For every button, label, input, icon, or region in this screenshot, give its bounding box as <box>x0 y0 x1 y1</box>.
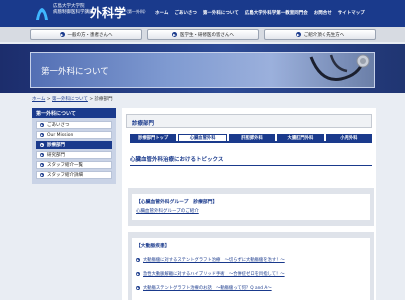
banner-title: 第一外科について <box>41 67 109 77</box>
audience-label: 医学生・研修医の皆さんへ <box>180 32 234 38</box>
group-box-title: 【心臓血管外科グループ 診療部門】 <box>136 200 218 205</box>
topic-link-stentgraft[interactable]: 大動脈瘤に対するステントグラフト治療 ～切らずに大動脈瘤を治す！～ <box>143 257 285 263</box>
breadcrumb-current: 診療部門 <box>94 97 113 102</box>
university-logo-icon[interactable] <box>34 6 50 22</box>
logo-title[interactable]: 外科学 <box>90 4 126 21</box>
arrow-right-icon: ▶ <box>59 32 65 37</box>
nav-contact[interactable]: お問合せ <box>314 10 332 16</box>
tab-colorectal[interactable]: 大腸肛門外科 <box>277 134 324 141</box>
breadcrumb: ホーム > 第一外科について > 診療部門 <box>32 96 113 102</box>
sidebar-item-label: 診療部門 <box>47 143 65 148</box>
audience-button-patients[interactable]: ▶ 一般の方・患者さんへ <box>30 29 142 40</box>
sidebar-item-label: ごあいさつ <box>47 123 70 128</box>
audience-button-doctors[interactable]: ▶ ご紹介頂く先生方へ <box>264 29 376 40</box>
arrow-right-icon: ▶ <box>172 32 177 37</box>
topics-heading: 心臓血管外科治療におけるトピックス <box>130 155 372 166</box>
audience-label: ご紹介頂く先生方へ <box>303 32 345 38</box>
list-item: ▶ 大動脈ステントグラフト治療のお話 ～動脈瘤って何？Q and A～ <box>136 285 366 291</box>
arrow-right-icon: ▶ <box>40 143 44 147</box>
arrow-right-icon: ▶ <box>40 123 44 127</box>
sidebar-item-staff-detail[interactable]: ▶ スタッフ紹介詳細 <box>36 171 112 179</box>
list-item: ▶ 急性大動脈解離に対するハイブリッド手術 ～合併症ゼロを目指して！～ <box>136 271 366 277</box>
nav-alumni[interactable]: 広島大学外科学第一教室同門会 <box>245 10 308 16</box>
sidebar: 第一外科について ▶ ごあいさつ ▶ Our Mission ▶ 診療部門 ▶ … <box>32 108 116 184</box>
nav-sitemap[interactable]: サイトマップ <box>338 10 365 16</box>
sidebar-item-label: Our Mission <box>47 132 74 138</box>
sidebar-title: 第一外科について <box>32 108 116 118</box>
sidebar-item-label: スタッフ紹介詳細 <box>47 173 83 178</box>
logo-subtitle: （第一外科） <box>124 9 148 14</box>
tab-hepatobiliary[interactable]: 肝胆膵外科 <box>228 134 276 141</box>
arrow-right-icon: ▶ <box>136 258 140 262</box>
nav-home[interactable]: ホーム <box>155 10 168 16</box>
tab-clinical-top[interactable]: 診療部門トップ <box>130 134 177 141</box>
arrow-right-icon: ▶ <box>40 153 44 157</box>
audience-bar: ▶ 一般の方・患者さんへ ▶ 医学生・研修医の皆さんへ ▶ ご紹介頂く先生方へ <box>0 27 405 42</box>
sidebar-menu: ▶ ごあいさつ ▶ Our Mission ▶ 診療部門 ▶ 研究部門 ▶ スタ… <box>32 118 116 184</box>
list-item: ▶ 大動脈瘤に対するステントグラフト治療 ～切らずに大動脈瘤を治す！～ <box>136 257 366 263</box>
arrow-right-icon: ▶ <box>40 173 44 177</box>
tab-pediatric[interactable]: 小児外科 <box>325 134 373 141</box>
arrow-right-icon: ▶ <box>295 32 301 37</box>
group-info-inner: 【心臓血管外科グループ 診療部門】 心臓血管外科グループのご紹介 <box>132 194 370 220</box>
sidebar-item-our-mission[interactable]: ▶ Our Mission <box>36 131 112 139</box>
nav-about[interactable]: 第一外科について <box>203 10 239 16</box>
logo-line2: 病態制御医科学講座 <box>53 10 94 15</box>
group-info-box: 【心臓血管外科グループ 診療部門】 心臓血管外科グループのご紹介 <box>128 188 374 226</box>
stethoscope-icon <box>309 54 370 82</box>
logo-text: 広島大学大学院 病態制御医科学講座 <box>53 4 94 16</box>
sidebar-item-staff-list[interactable]: ▶ スタッフ紹介一覧 <box>36 161 112 169</box>
aorta-topics-inner: 【大動脈疾患】 ▶ 大動脈瘤に対するステントグラフト治療 ～切らずに大動脈瘤を治… <box>132 238 370 300</box>
sidebar-item-label: スタッフ紹介一覧 <box>47 163 83 168</box>
nav-greeting[interactable]: ごあいさつ <box>174 10 197 16</box>
arrow-right-icon: ▶ <box>40 163 44 167</box>
sidebar-item-label: 研究部門 <box>47 153 65 158</box>
breadcrumb-home[interactable]: ホーム <box>32 97 45 102</box>
arrow-right-icon: ▶ <box>40 133 44 137</box>
arrow-right-icon: ▶ <box>136 286 140 290</box>
audience-button-students[interactable]: ▶ 医学生・研修医の皆さんへ <box>147 29 259 40</box>
group-intro-link[interactable]: 心臓血管外科グループのご紹介 <box>136 208 366 214</box>
main-content: 診療部門 診療部門トップ 心臓血管外科 肝胆膵外科 大腸肛門外科 小児外科 心臓… <box>122 108 376 300</box>
site-header: 広島大学大学院 病態制御医科学講座 外科学 （第一外科） ホーム ごあいさつ 第… <box>0 0 405 27</box>
sidebar-item-greeting[interactable]: ▶ ごあいさつ <box>36 121 112 129</box>
audience-label: 一般の方・患者さんへ <box>67 32 113 38</box>
sidebar-item-research[interactable]: ▶ 研究部門 <box>36 151 112 159</box>
tab-cardiovascular[interactable]: 心臓血管外科 <box>178 134 227 141</box>
aorta-box-title: 【大動脈疾患】 <box>136 244 170 249</box>
aorta-topics-box: 【大動脈疾患】 ▶ 大動脈瘤に対するステントグラフト治療 ～切らずに大動脈瘤を治… <box>128 232 374 300</box>
topic-link-hybrid[interactable]: 急性大動脈解離に対するハイブリッド手術 ～合併症ゼロを目指して！～ <box>143 271 285 277</box>
arrow-right-icon: ▶ <box>136 272 140 276</box>
page-banner: 第一外科について <box>0 44 405 93</box>
breadcrumb-separator: > <box>87 97 95 102</box>
breadcrumb-section[interactable]: 第一外科について <box>52 97 88 102</box>
sidebar-item-clinical[interactable]: ▶ 診療部門 <box>36 141 112 149</box>
banner-panel: 第一外科について <box>30 52 375 88</box>
global-nav: ホーム ごあいさつ 第一外科について 広島大学外科学第一教室同門会 お問合せ サ… <box>155 10 365 16</box>
topic-link-qa[interactable]: 大動脈ステントグラフト治療のお話 ～動脈瘤って何？Q and A～ <box>143 285 272 291</box>
department-tabs: 診療部門トップ 心臓血管外科 肝胆膵外科 大腸肛門外科 小児外科 <box>130 134 373 143</box>
section-title: 診療部門 <box>126 114 372 128</box>
